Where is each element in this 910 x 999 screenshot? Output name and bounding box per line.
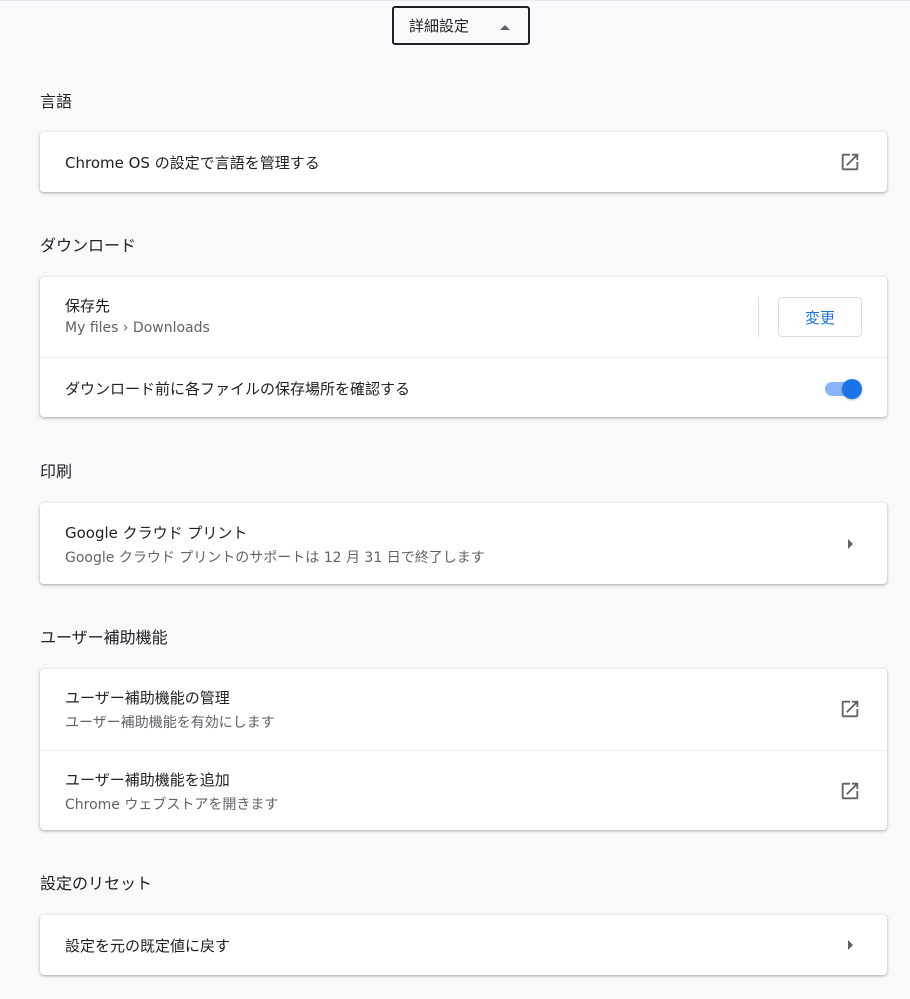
language-card: Chrome OS の設定で言語を管理する [40,132,887,192]
open-in-new-icon[interactable] [839,698,861,720]
settings-page: 詳細設定 言語 Chrome OS の設定で言語を管理する ダウンロード 保存先… [0,0,910,999]
restore-defaults-label: 設定を元の既定値に戻す [65,937,231,955]
printing-card: Google クラウド プリント Google クラウド プリントのサポートは … [40,503,887,584]
downloads-card: 保存先 My files › Downloads 変更 ダウンロード前に各ファイ… [40,277,887,417]
manage-accessibility-row[interactable]: ユーザー補助機能の管理 ユーザー補助機能を有効にします [40,669,887,750]
add-accessibility-sublabel: Chrome ウェブストアを開きます [65,797,279,813]
section-title-downloads: ダウンロード [40,236,137,255]
reset-card: 設定を元の既定値に戻す [40,915,887,975]
arrow-right-icon [848,539,853,549]
section-title-language: 言語 [40,92,73,111]
download-location-row: 保存先 My files › Downloads 変更 [40,277,887,357]
ask-download-location-label: ダウンロード前に各ファイルの保存場所を確認する [65,380,411,398]
toggle-knob [842,379,862,399]
arrow-right-icon [848,940,853,950]
download-location-label: 保存先 [65,297,111,315]
ask-download-location-row[interactable]: ダウンロード前に各ファイルの保存場所を確認する [40,357,887,417]
section-title-printing: 印刷 [40,462,73,481]
manage-languages-row[interactable]: Chrome OS の設定で言語を管理する [40,132,887,192]
add-accessibility-label: ユーザー補助機能を追加 [65,771,230,789]
restore-defaults-row[interactable]: 設定を元の既定値に戻す [40,915,887,975]
accessibility-card: ユーザー補助機能の管理 ユーザー補助機能を有効にします ユーザー補助機能を追加 … [40,669,887,830]
change-location-button[interactable]: 変更 [778,297,862,337]
add-accessibility-row[interactable]: ユーザー補助機能を追加 Chrome ウェブストアを開きます [40,750,887,830]
section-title-accessibility: ユーザー補助機能 [40,628,168,647]
advanced-settings-label: 詳細設定 [409,17,470,35]
download-location-path: My files › Downloads [65,320,210,336]
manage-accessibility-sublabel: ユーザー補助機能を有効にします [65,715,275,731]
separator [758,297,759,337]
advanced-settings-button[interactable]: 詳細設定 [392,6,530,45]
open-in-new-icon[interactable] [839,780,861,802]
ask-download-location-toggle[interactable] [823,379,863,399]
manage-accessibility-label: ユーザー補助機能の管理 [65,689,230,707]
caret-up-icon [500,25,510,30]
google-cloud-print-sublabel: Google クラウド プリントのサポートは 12 月 31 日で終了します [65,550,485,566]
open-in-new-icon[interactable] [839,151,861,173]
section-title-reset: 設定のリセット [40,874,153,893]
manage-languages-label: Chrome OS の設定で言語を管理する [65,154,320,172]
google-cloud-print-row[interactable]: Google クラウド プリント Google クラウド プリントのサポートは … [40,503,887,584]
google-cloud-print-label: Google クラウド プリント [65,524,248,542]
